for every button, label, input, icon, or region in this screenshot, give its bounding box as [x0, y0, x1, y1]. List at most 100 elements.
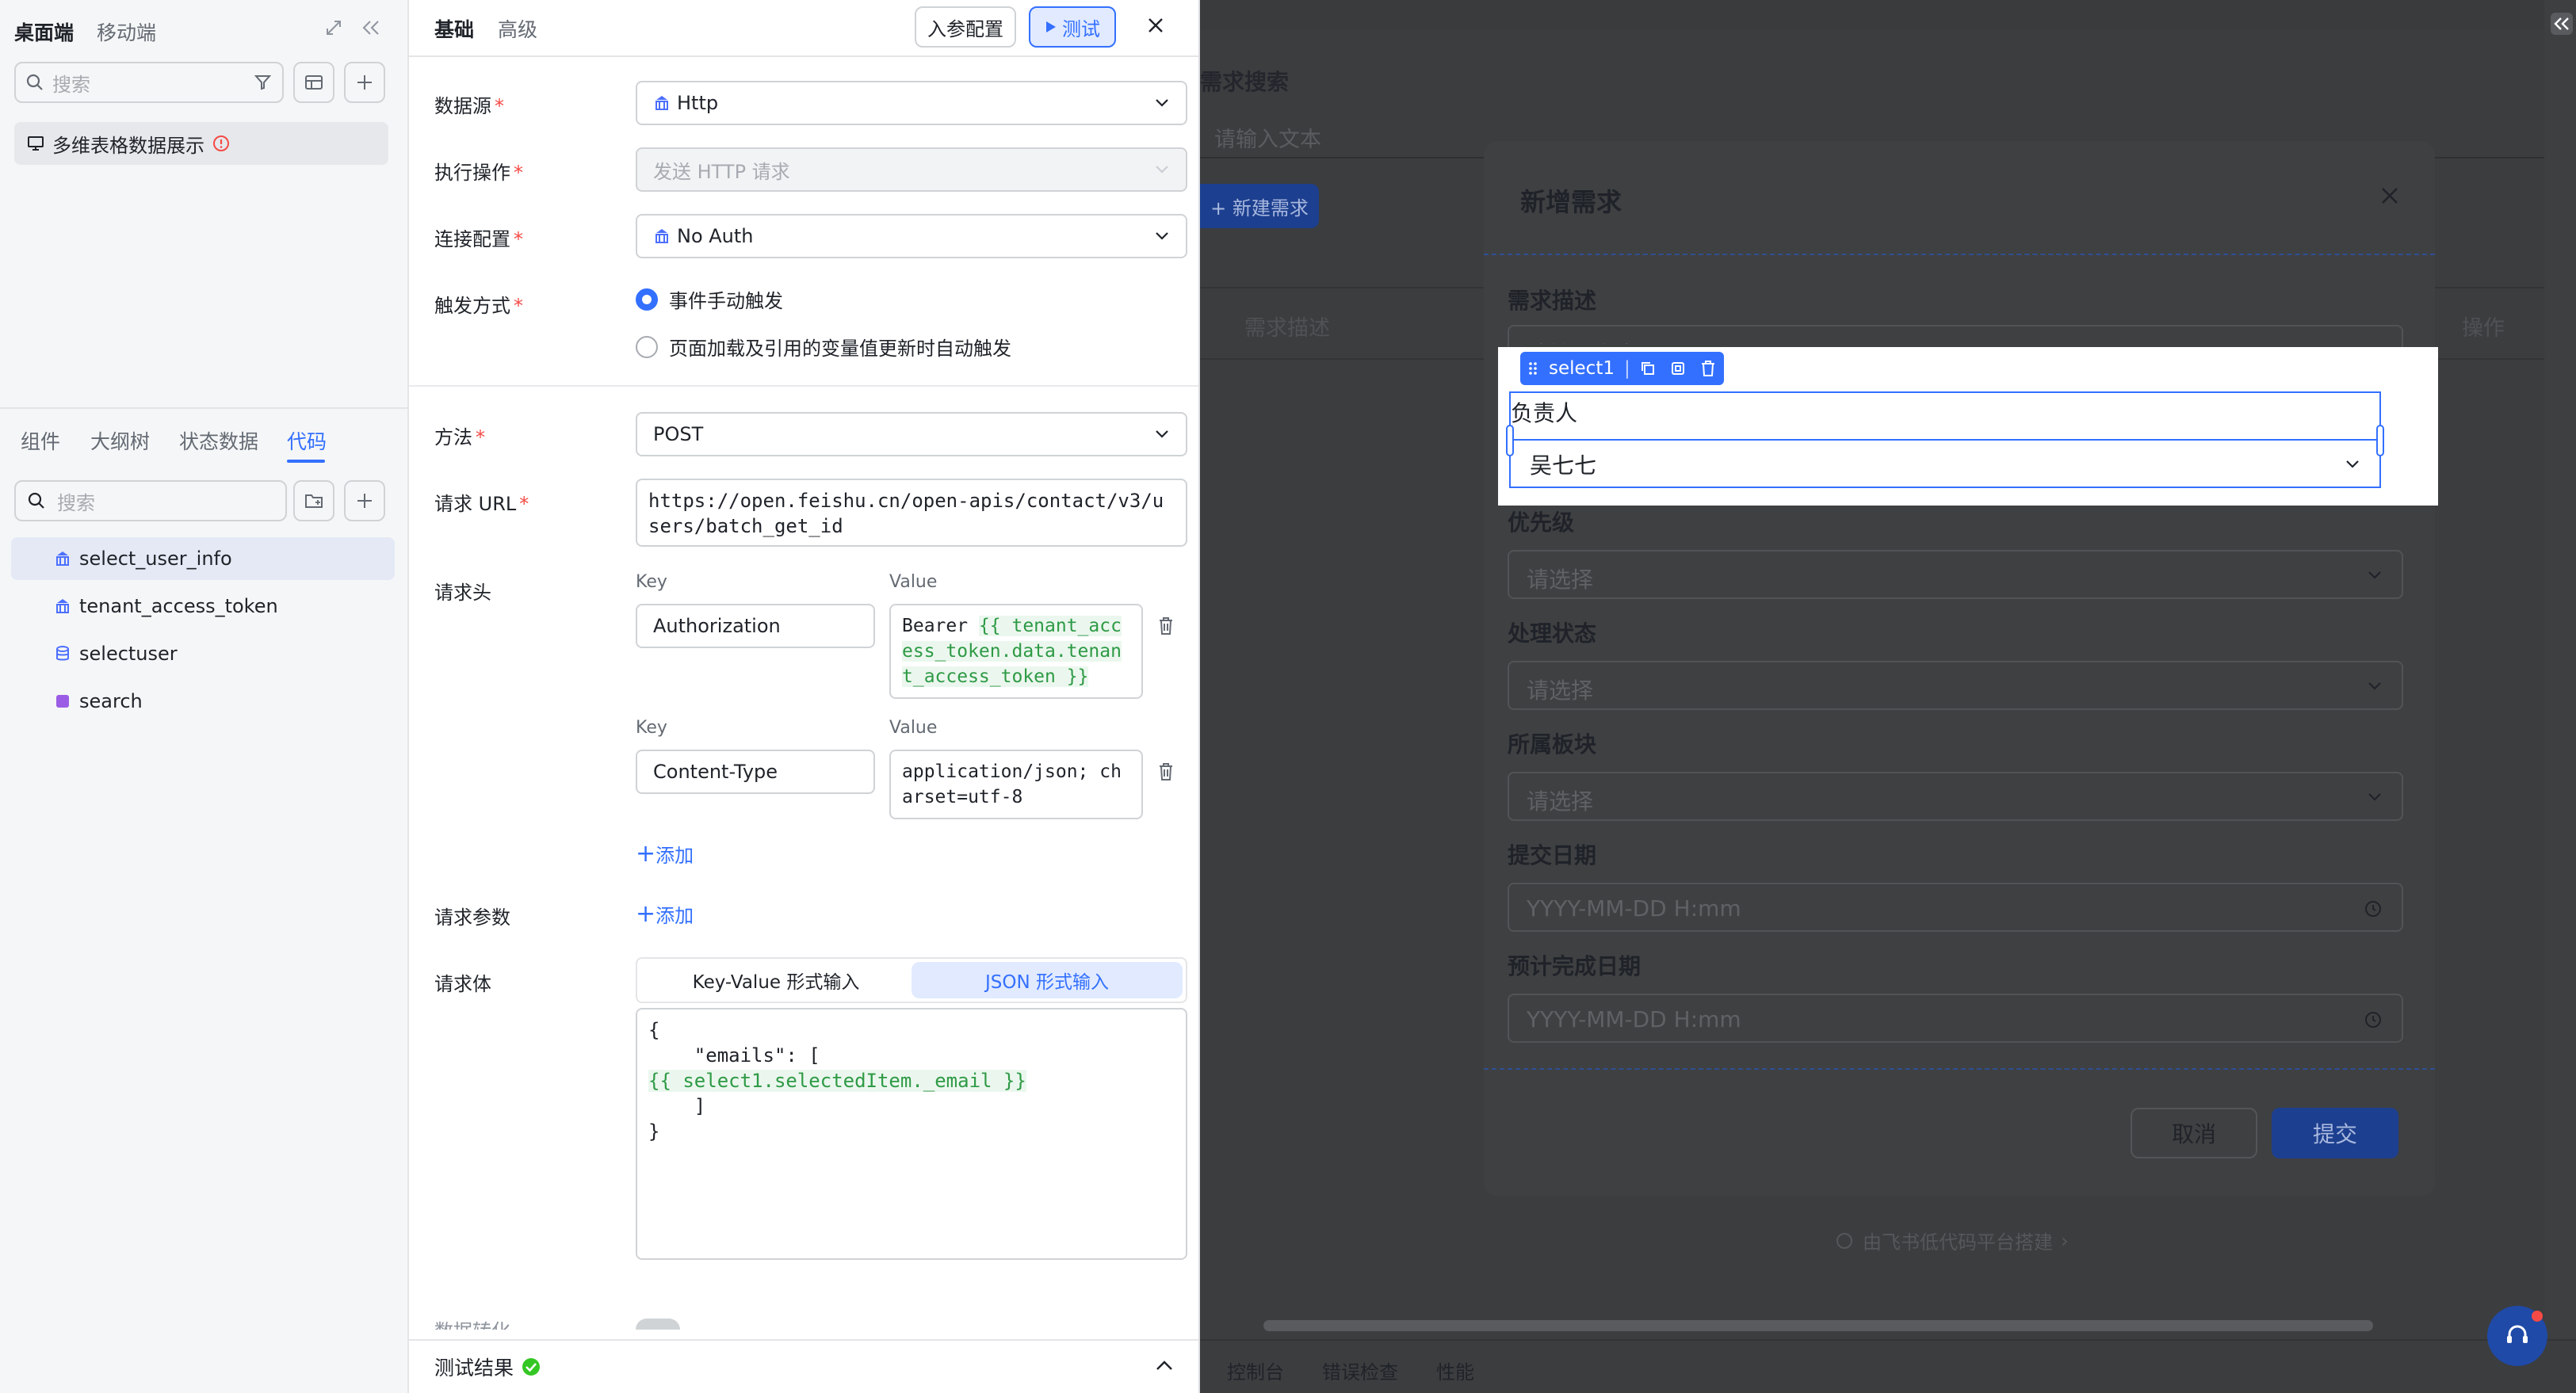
page-item-label: 多维表格数据展示 — [52, 134, 204, 157]
folder-icon — [305, 494, 323, 508]
data-transform-label: 数据转化 — [434, 1315, 510, 1330]
field-owner-select[interactable]: 吴七七 — [1511, 439, 2379, 488]
datasource-label: 数据源 * — [434, 95, 504, 117]
operation-label: 执行操作 * — [434, 162, 523, 184]
header-value-input[interactable]: application/json; charset=utf-8 — [889, 750, 1143, 819]
resize-handle-right[interactable] — [2376, 425, 2384, 456]
trigger-option-label: 事件手动触发 — [669, 290, 783, 312]
field-priority-label: 优先级 — [1508, 509, 1575, 536]
powered-by[interactable]: 由飞书低代码平台搭建 › — [1834, 1227, 2069, 1254]
check-circle-icon — [522, 1357, 541, 1376]
tab-mobile[interactable]: 移动端 — [97, 17, 156, 46]
chevron-down-icon — [2368, 682, 2381, 690]
method-select[interactable]: POST — [636, 412, 1187, 456]
datasource-select[interactable]: Http — [636, 81, 1187, 125]
filter-icon[interactable] — [254, 73, 273, 92]
http-icon — [655, 229, 668, 243]
collapse-right-icon[interactable] — [2551, 13, 2573, 35]
tab-error-check[interactable]: 错误检查 — [1322, 1357, 1398, 1384]
collapse-left-icon[interactable] — [361, 19, 380, 36]
tab-desktop[interactable]: 桌面端 — [14, 17, 74, 46]
tab-state-data[interactable]: 状态数据 — [179, 426, 258, 455]
field-owner-label: 负责人 — [1511, 400, 1578, 426]
field-status-select[interactable]: 请选择 — [1508, 661, 2403, 710]
add-code-button[interactable] — [344, 480, 385, 521]
search-section-title: 需求搜索 — [1200, 69, 1290, 95]
connection-select[interactable]: No Auth — [636, 214, 1187, 258]
page-template-button[interactable] — [293, 62, 334, 103]
trash-icon[interactable] — [1157, 616, 1175, 635]
tab-advanced[interactable]: 高级 — [498, 14, 537, 43]
toggle-switch[interactable] — [636, 1319, 680, 1330]
recycle-icon — [1836, 1232, 1852, 1249]
add-param-button[interactable]: + 添加 — [636, 900, 694, 928]
code-item-select-user-info[interactable]: select_user_info — [11, 537, 395, 580]
chevron-up-icon[interactable] — [1156, 1360, 1173, 1371]
expand-icon[interactable] — [325, 19, 342, 36]
code-item-label: tenant_access_token — [79, 595, 278, 617]
code-item-label: search — [79, 690, 143, 712]
component-toolbar[interactable]: select1 | — [1520, 352, 1724, 385]
cancel-button[interactable]: 取消 — [2131, 1108, 2257, 1158]
header-value-input[interactable]: Bearer {{ tenant_access_token.data.tenan… — [889, 604, 1143, 699]
operation-select[interactable]: 发送 HTTP 请求 — [636, 147, 1187, 192]
submit-button[interactable]: 提交 — [2272, 1108, 2398, 1158]
header-key-input[interactable]: Content-Type — [636, 750, 875, 794]
method-label: 方法 * — [434, 426, 485, 448]
field-due-date-picker[interactable]: YYYY-MM-DD H:mm — [1508, 994, 2403, 1043]
add-page-button[interactable] — [344, 62, 385, 103]
code-item-tenant-access-token[interactable]: tenant_access_token — [11, 585, 395, 628]
code-item-search[interactable]: search — [11, 680, 395, 723]
new-folder-button[interactable] — [293, 480, 334, 521]
help-button[interactable] — [2487, 1306, 2547, 1366]
code-search-input[interactable]: 搜索 — [14, 480, 287, 521]
close-icon[interactable] — [1146, 16, 1165, 35]
divider — [0, 407, 409, 409]
tab-code[interactable]: 代码 — [287, 426, 327, 455]
search-icon — [25, 73, 44, 92]
field-submit-date-label: 提交日期 — [1508, 842, 1597, 868]
select1-frame[interactable]: 负责人 吴七七 — [1506, 391, 2384, 488]
right-rail — [2544, 0, 2576, 1393]
trigger-option-manual[interactable]: 事件手动触发 — [636, 285, 783, 313]
tab-json[interactable]: JSON 形式输入 — [912, 962, 1183, 998]
horizontal-scrollbar[interactable] — [1263, 1320, 2373, 1331]
modal-title: 新增需求 — [1520, 187, 1622, 217]
headers-label: 请求头 — [434, 582, 491, 604]
tab-basic[interactable]: 基础 — [434, 14, 474, 43]
field-section-select[interactable]: 请选择 — [1508, 772, 2403, 821]
field-section-label: 所属板块 — [1508, 731, 1597, 758]
header-key-input[interactable]: Authorization — [636, 604, 875, 648]
add-header-button[interactable]: + 添加 — [636, 840, 694, 868]
page-item[interactable]: 多维表格数据展示 — [14, 122, 388, 165]
field-submit-date-picker[interactable]: YYYY-MM-DD H:mm — [1508, 883, 2403, 932]
code-item-selectuser[interactable]: selectuser — [11, 632, 395, 675]
test-button[interactable]: 测试 — [1029, 6, 1116, 48]
tab-components[interactable]: 组件 — [21, 426, 60, 455]
tab-key-value[interactable]: Key-Value 形式输入 — [640, 962, 912, 998]
drag-handle-icon — [1529, 362, 1537, 375]
code-editor-panel: 基础 高级 入参配置 测试 数据源 * Http 执行操作 * 发送 HTTP 请求… — [409, 0, 1200, 1393]
code-item-label: selectuser — [79, 643, 178, 665]
resize-handle-left[interactable] — [1506, 425, 1514, 456]
tab-console[interactable]: 控制台 — [1227, 1357, 1284, 1384]
trash-icon[interactable] — [1157, 762, 1175, 781]
param-config-button[interactable]: 入参配置 — [915, 6, 1016, 48]
trigger-label: 触发方式 * — [434, 295, 523, 317]
tab-outline[interactable]: 大纲树 — [90, 426, 150, 455]
tab-performance[interactable]: 性能 — [1436, 1357, 1474, 1384]
column-ops: 操作 — [2462, 316, 2505, 341]
json-body-editor[interactable]: { "emails": [{{ select1.selectedItem._em… — [636, 1008, 1187, 1260]
trigger-option-auto[interactable]: 页面加载及引用的变量值更新时自动触发 — [636, 333, 1011, 361]
close-icon[interactable] — [2379, 185, 2400, 206]
test-result-bar[interactable]: 测试结果 — [409, 1339, 1198, 1393]
url-label: 请求 URL * — [434, 493, 529, 515]
page-search-input[interactable]: 搜索 — [14, 62, 284, 103]
selected-component-highlight: select1 | 负责人 吴七七 — [1498, 347, 2438, 506]
url-input[interactable]: https://open.feishu.cn/open-apis/contact… — [636, 479, 1187, 547]
new-requirement-button[interactable]: + 新建需求 — [1200, 184, 1319, 228]
request-body-section: 请求体 Key-Value 形式输入 JSON 形式输入 { "emails":… — [420, 954, 1194, 1282]
http-icon — [655, 96, 668, 110]
plus-icon: + — [636, 839, 656, 868]
field-priority-select[interactable]: 请选择 — [1508, 550, 2403, 599]
